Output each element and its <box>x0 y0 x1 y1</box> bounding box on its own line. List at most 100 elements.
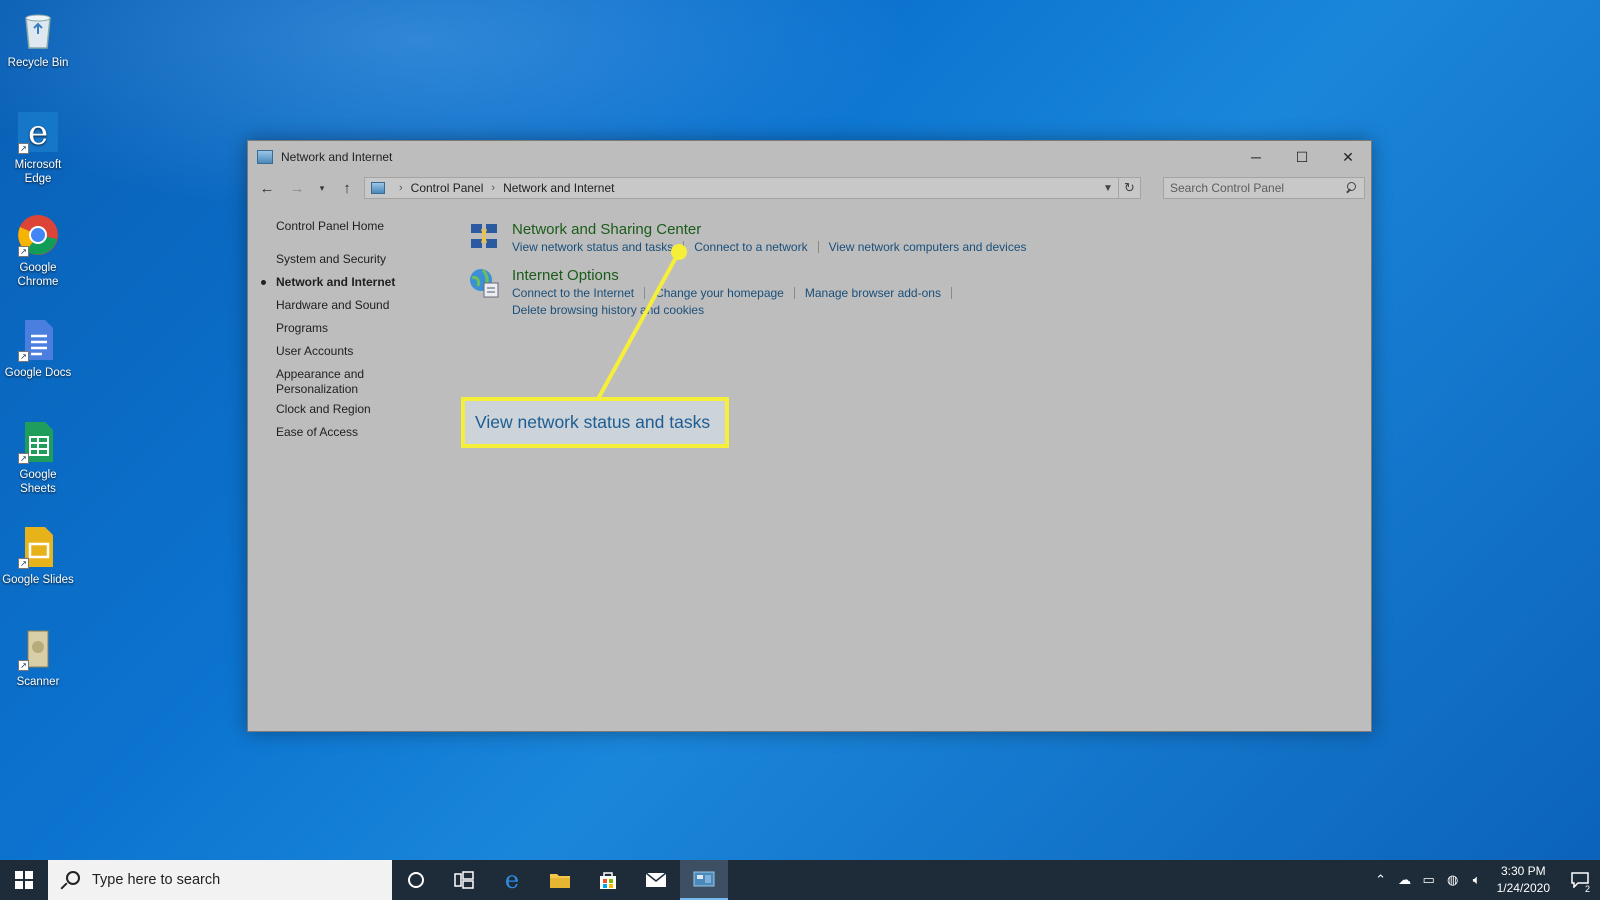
folder-icon <box>550 874 570 888</box>
recycle-bin-icon <box>16 8 60 52</box>
sidebar-item-hardware-and-sound[interactable]: Hardware and Sound <box>276 298 389 313</box>
edge-icon: e ↗ <box>16 110 60 154</box>
network-globe-icon[interactable]: ◍ <box>1441 872 1465 888</box>
link-divider <box>644 287 646 299</box>
connect-to-internet-link[interactable]: Connect to the Internet <box>512 286 634 300</box>
search-icon <box>60 870 80 890</box>
chevron-right-icon[interactable]: › <box>399 182 403 194</box>
view-network-computers-link[interactable]: View network computers and devices <box>829 240 1027 254</box>
notification-count-badge: 2 <box>1582 884 1592 894</box>
desktop-icon-label: Google Sheets <box>19 469 57 495</box>
sidebar-item-system-and-security[interactable]: System and Security <box>276 252 386 267</box>
action-center-button[interactable]: 2 <box>1560 860 1600 900</box>
forward-button[interactable]: → <box>284 176 310 200</box>
network-and-sharing-center-link[interactable]: Network and Sharing Center <box>512 221 1027 239</box>
task-view-icon <box>454 871 474 889</box>
desktop-icon-google-docs[interactable]: ↗ Google Docs <box>2 318 74 380</box>
sidebar-item-network-and-internet[interactable]: Network and Internet <box>261 275 396 290</box>
store-bag-icon <box>600 872 616 889</box>
link-divider <box>793 287 795 299</box>
sidebar-item-label: Network and Internet <box>276 275 396 289</box>
taskbar-search-placeholder: Type here to search <box>92 872 221 888</box>
taskbar-edge-button[interactable]: e <box>488 860 536 900</box>
control-panel-icon <box>693 871 715 887</box>
window-title: Network and Internet <box>281 150 393 164</box>
taskbar-search-box[interactable]: Type here to search <box>48 860 392 900</box>
desktop-icon-label: Microsoft Edge <box>14 159 62 185</box>
sidebar-item-user-accounts[interactable]: User Accounts <box>276 344 353 359</box>
internet-options-icon[interactable] <box>468 267 500 299</box>
callout-text: View network status and tasks <box>475 412 711 432</box>
minimize-button[interactable]: ─ <box>1233 141 1279 173</box>
desktop-icon-label: Recycle Bin <box>7 57 69 69</box>
desktop-icon-chrome[interactable]: ↗ Google Chrome <box>2 213 74 289</box>
clock-time: 3:30 PM <box>1500 864 1546 878</box>
google-docs-icon: ↗ <box>16 318 60 362</box>
link-divider <box>683 241 685 253</box>
file-explorer-button[interactable] <box>536 860 584 900</box>
chrome-icon: ↗ <box>16 213 60 257</box>
taskbar: Type here to search e ⌃ ☁ ▭ ◍ 🔈︎ 3:30 PM… <box>0 860 1600 900</box>
recent-locations-button[interactable]: ▾ <box>314 176 330 200</box>
sidebar-item-appearance[interactable]: Appearance and <box>276 367 364 382</box>
desktop-icon-label: Google Chrome <box>17 262 59 288</box>
manage-browser-add-ons-link[interactable]: Manage browser add-ons <box>805 286 941 300</box>
sidebar-item-clock-and-region[interactable]: Clock and Region <box>276 402 371 417</box>
desktop-icon-google-sheets[interactable]: ↗ Google Sheets <box>2 420 74 496</box>
clock-date: 1/24/2020 <box>1496 881 1550 895</box>
internet-options-link[interactable]: Internet Options <box>512 267 962 285</box>
start-button[interactable] <box>0 860 48 900</box>
change-homepage-link[interactable]: Change your homepage <box>655 286 784 300</box>
refresh-button[interactable]: ↻ <box>1119 177 1141 199</box>
title-bar[interactable]: Network and Internet ─ ☐ ✕ <box>248 141 1371 173</box>
internet-options-links: Connect to the Internet Change your homep… <box>512 285 962 302</box>
callout-box: View network status and tasks <box>461 397 729 448</box>
sidebar-item-programs[interactable]: Programs <box>276 321 328 336</box>
active-bullet-icon <box>261 280 266 285</box>
google-slides-icon: ↗ <box>16 525 60 569</box>
volume-icon[interactable]: 🔈︎ <box>1465 872 1489 888</box>
search-input[interactable] <box>1170 181 1344 195</box>
close-button[interactable]: ✕ <box>1325 141 1371 173</box>
chevron-up-icon[interactable]: ⌃ <box>1369 872 1393 888</box>
breadcrumb-control-panel[interactable]: Control Panel <box>411 181 484 195</box>
desktop-icon-scanner[interactable]: ↗ Scanner <box>2 627 74 689</box>
delete-browsing-history-link[interactable]: Delete browsing history and cookies <box>512 303 704 317</box>
clock[interactable]: 3:30 PM 1/24/2020 <box>1497 863 1550 897</box>
search-icon[interactable] <box>1344 181 1358 195</box>
network-sharing-center-icon[interactable] <box>468 221 500 253</box>
mail-button[interactable] <box>632 860 680 900</box>
system-tray: ⌃ ☁ ▭ ◍ 🔈︎ 3:30 PM 1/24/2020 2 <box>1369 860 1600 900</box>
sidebar-item-personalization[interactable]: Personalization <box>276 382 358 397</box>
view-network-status-link[interactable]: View network status and tasks <box>512 240 673 254</box>
svg-text:e: e <box>28 113 48 153</box>
desktop-icon-label: Google Docs <box>4 367 72 379</box>
desktop-icon-edge[interactable]: e ↗ Microsoft Edge <box>2 110 74 186</box>
chevron-right-icon[interactable]: › <box>491 182 495 194</box>
up-button[interactable]: ↑ <box>334 176 360 200</box>
link-divider <box>817 241 819 253</box>
cortana-button[interactable] <box>392 860 440 900</box>
battery-icon[interactable]: ▭ <box>1417 872 1441 888</box>
category-internet-options: Internet Options Connect to the Internet… <box>468 267 962 319</box>
store-button[interactable] <box>584 860 632 900</box>
cortana-circle-icon <box>408 872 424 888</box>
breadcrumb-network-and-internet[interactable]: Network and Internet <box>503 181 614 195</box>
search-box[interactable] <box>1163 177 1365 199</box>
desktop-icon-recycle-bin[interactable]: Recycle Bin <box>2 8 74 70</box>
task-view-button[interactable] <box>440 860 488 900</box>
address-bar[interactable]: › Control Panel › Network and Internet ▼ <box>364 177 1119 199</box>
sidebar-item-control-panel-home[interactable]: Control Panel Home <box>276 219 384 234</box>
network-sharing-links: View network status and tasks Connect to … <box>512 239 1027 256</box>
taskbar-control-panel-button[interactable] <box>680 860 728 900</box>
back-button[interactable]: ← <box>254 176 280 200</box>
chevron-down-icon[interactable]: ▼ <box>1098 183 1118 194</box>
desktop-icon-google-slides[interactable]: ↗ Google Slides <box>2 525 74 587</box>
maximize-button[interactable]: ☐ <box>1279 141 1325 173</box>
connect-to-network-link[interactable]: Connect to a network <box>694 240 807 254</box>
svg-text:e: e <box>505 869 519 891</box>
edge-icon: e <box>505 869 519 891</box>
sidebar-item-ease-of-access[interactable]: Ease of Access <box>276 425 358 440</box>
onedrive-icon[interactable]: ☁ <box>1393 872 1417 888</box>
mail-envelope-icon <box>645 872 667 887</box>
